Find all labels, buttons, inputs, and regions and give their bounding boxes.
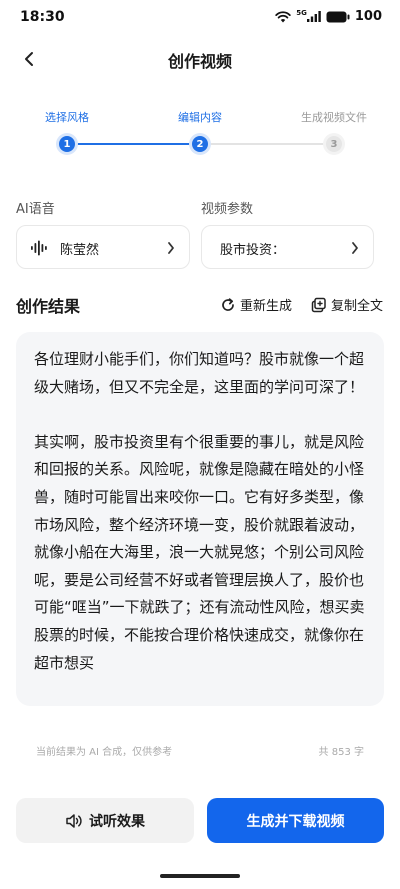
copy-icon [311, 297, 326, 312]
nav-bar: 创作视频 [0, 36, 400, 82]
copy-all-button[interactable]: 复制全文 [311, 295, 383, 314]
home-indicator [160, 874, 240, 878]
chevron-right-icon [167, 240, 175, 259]
ai-voice-value: 陈莹然 [60, 243, 100, 258]
step-2-label: 编辑内容 [178, 111, 222, 124]
status-time: 18:30 [20, 9, 65, 25]
battery-level: 100 [354, 9, 382, 24]
video-params-label: 视频参数 [201, 202, 254, 217]
generate-download-button[interactable]: 生成并下载视频 [207, 798, 384, 843]
generate-download-label: 生成并下载视频 [246, 813, 345, 830]
ai-voice-label: AI语音 [16, 202, 55, 217]
step-connector-2 [210, 143, 324, 145]
refresh-icon [222, 297, 234, 311]
step-2-dot: 2 [192, 136, 208, 152]
battery-icon [326, 11, 350, 23]
result-paragraph: 其实啊，股市投资里有个很重要的事儿，就是风险和回报的关系。风险呢，就像是隐藏在暗… [34, 432, 365, 672]
word-count: 共 853 字 [318, 747, 364, 758]
result-title: 创作结果 [16, 297, 81, 316]
result-text-area[interactable]: 各位理财小能手们，你们知道吗？股市就像一个超级大赌场，但又不完全是，这里面的学问… [16, 332, 384, 706]
chevron-right-icon [351, 240, 359, 259]
status-icons: 5G 100 [275, 9, 382, 24]
ai-disclaimer: 当前结果为 AI 合成，仅供参考 [36, 747, 173, 758]
network-type-label: 5G [296, 8, 307, 17]
cellular-signal-icon: 5G [296, 8, 321, 22]
step-1-dot: 1 [59, 136, 75, 152]
step-3-label: 生成视频文件 [301, 111, 367, 124]
result-paragraph: 各位理财小能手们，你们知道吗？股市就像一个超级大赌场，但又不完全是，这里面的学问… [34, 350, 365, 396]
speaker-icon [66, 813, 82, 828]
wifi-icon [275, 10, 291, 23]
progress-stepper: 选择风格 编辑内容 生成视频文件 1 2 3 [0, 105, 400, 165]
preview-audio-label: 试听效果 [89, 813, 145, 830]
waveform-icon [31, 240, 47, 260]
regenerate-button[interactable]: 重新生成 [220, 295, 292, 314]
result-text: 各位理财小能手们，你们知道吗？股市就像一个超级大赌场，但又不完全是，这里面的学问… [34, 346, 370, 705]
regenerate-label: 重新生成 [240, 299, 293, 314]
video-params-value: 股市投资： [220, 243, 286, 258]
step-connector-1 [77, 143, 190, 145]
status-bar: 18:30 5G 100 [0, 0, 400, 36]
page-title: 创作视频 [167, 52, 232, 71]
video-params-selector[interactable]: 股市投资： [201, 225, 374, 269]
step-3-dot: 3 [326, 136, 342, 152]
ai-voice-selector[interactable]: 陈莹然 [16, 225, 190, 269]
result-footnote: 当前结果为 AI 合成，仅供参考 共 853 字 [36, 743, 364, 758]
copy-all-label: 复制全文 [331, 299, 384, 314]
preview-audio-button[interactable]: 试听效果 [16, 798, 194, 843]
step-1-label: 选择风格 [45, 111, 89, 124]
result-header: 创作结果 重新生成 复制全文 [16, 293, 384, 316]
